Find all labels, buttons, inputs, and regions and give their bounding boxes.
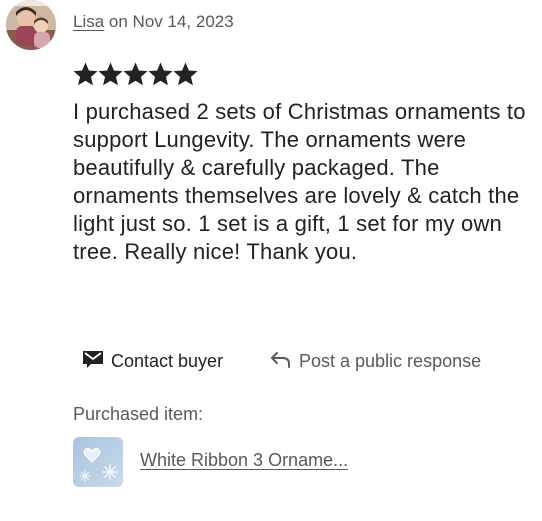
reviewer-avatar[interactable] xyxy=(6,0,56,50)
avatar-photo xyxy=(6,0,56,50)
review-date: on Nov 14, 2023 xyxy=(108,12,234,31)
star-icon xyxy=(123,62,148,86)
ornament-thumbnail xyxy=(73,437,123,487)
post-public-response-label: Post a public response xyxy=(299,351,482,371)
contact-buyer-label: Contact buyer xyxy=(111,351,224,371)
purchased-item-thumbnail[interactable] xyxy=(73,437,123,487)
purchased-item-title-link[interactable]: White Ribbon 3 Orname... xyxy=(140,450,348,471)
envelope-icon xyxy=(82,349,104,374)
star-icon xyxy=(148,62,173,86)
post-public-response-button[interactable]: Post a public response xyxy=(270,349,481,374)
star-rating xyxy=(73,62,198,87)
contact-buyer-button[interactable]: Contact buyer xyxy=(82,349,223,374)
purchased-item-label: Purchased item: xyxy=(73,404,204,424)
star-icon xyxy=(173,62,198,86)
reviewer-name-link[interactable]: Lisa xyxy=(73,12,104,31)
review-header: Lisa on Nov 14, 2023 xyxy=(73,12,234,32)
star-icon xyxy=(73,62,98,86)
star-icon xyxy=(98,62,123,86)
review-text: I purchased 2 sets of Christmas ornament… xyxy=(73,99,526,264)
reply-arrow-icon xyxy=(270,349,292,374)
